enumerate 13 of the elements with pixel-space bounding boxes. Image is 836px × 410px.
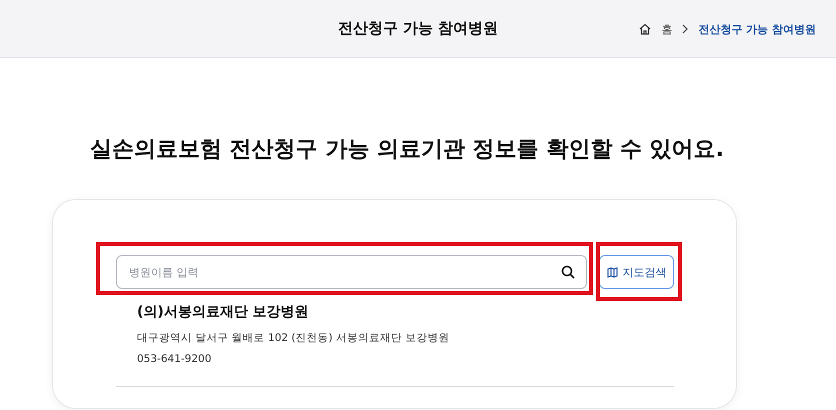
search-field[interactable]: 병원이름 입력 — [116, 255, 587, 289]
map-icon — [606, 266, 618, 278]
search-icon[interactable] — [561, 265, 575, 279]
breadcrumb-link[interactable]: 전산청구 가능 참여병원 — [698, 22, 816, 36]
chevron-icon — [682, 24, 688, 34]
headline: 실손의료보험 전산청구 가능 의료기관 정보를 확인할 수 있어요. — [89, 136, 725, 164]
page-title: 전산청구 가능 참여병원 — [338, 19, 498, 38]
breadcrumb-link[interactable]: 홈 — [661, 22, 672, 36]
map-search-button[interactable]: 지도검색 — [599, 255, 674, 289]
hospital-address: 대구광역시 달서구 월배로 102 (진천동) 서봉의료재단 보강병원 — [137, 331, 450, 345]
home-icon — [639, 23, 652, 35]
hospital-name: (의)서봉의료재단 보강병원 — [137, 303, 310, 321]
hospital-phone: 053-641-9200 — [137, 353, 212, 365]
